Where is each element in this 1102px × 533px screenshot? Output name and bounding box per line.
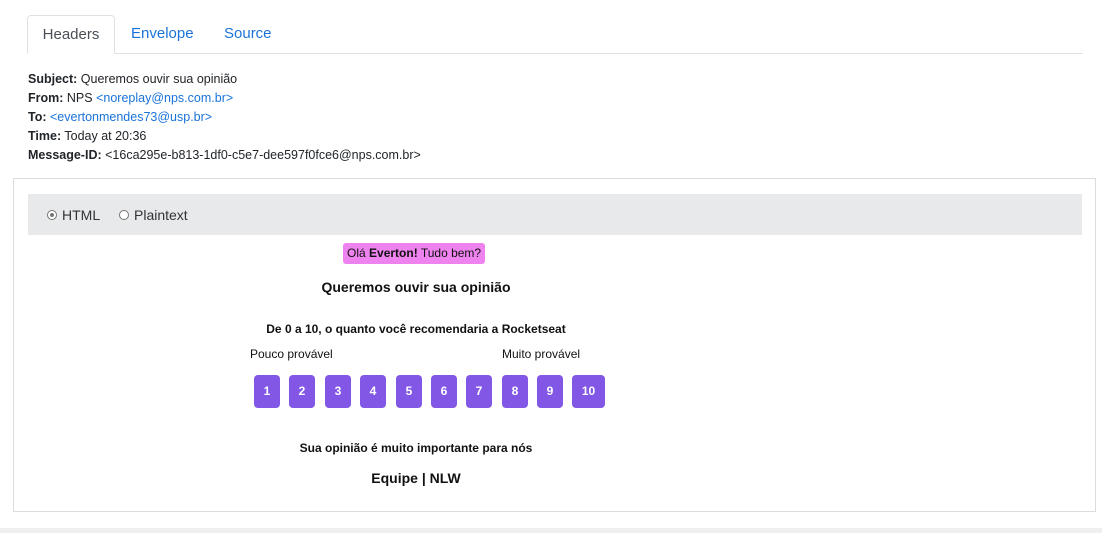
email-title: Queremos ouvir sua opinião	[321, 279, 511, 295]
greeting-suffix: Tudo bem?	[420, 246, 482, 260]
plaintext-radio-label: Plaintext	[134, 206, 188, 223]
from-row: From: NPS <noreplay@nps.com.br>	[28, 89, 421, 108]
message-id-row: Message-ID: <16ca295e-b813-1df0-c5e7-dee…	[28, 146, 421, 165]
signature: Equipe | NLW	[371, 470, 461, 486]
format-toggle-bar: HTML Plaintext	[28, 194, 1082, 235]
from-label: From:	[28, 91, 64, 105]
html-radio[interactable]	[47, 209, 57, 220]
score-button-1[interactable]: 1	[254, 375, 280, 408]
high-likelihood-label: Muito provável	[502, 347, 581, 361]
format-html-option[interactable]: HTML	[47, 194, 100, 235]
message-headers: Subject: Queremos ouvir sua opinião From…	[28, 70, 421, 165]
to-label: To:	[28, 110, 47, 124]
score-button-4[interactable]: 4	[360, 375, 386, 408]
tab-headers[interactable]: Headers	[27, 15, 115, 54]
greeting-name: Everton!	[369, 246, 418, 260]
subject-row: Subject: Queremos ouvir sua opinião	[28, 70, 421, 89]
message-id-label: Message-ID:	[28, 148, 102, 162]
subject-label: Subject:	[28, 72, 78, 86]
time-value: Today at 20:36	[64, 129, 147, 143]
message-id-value: <16ca295e-b813-1df0-c5e7-dee597f0fce6@np…	[105, 148, 421, 162]
greeting-badge: Olá Everton! Tudo bem?	[343, 243, 486, 264]
bottom-divider	[0, 528, 1102, 533]
score-button-3[interactable]: 3	[325, 375, 351, 408]
tab-source[interactable]: Source	[224, 15, 272, 53]
subject-value: Queremos ouvir sua opinião	[80, 72, 238, 86]
message-body-panel: HTML Plaintext Olá Everton! Tudo bem? Qu…	[13, 178, 1096, 512]
html-radio-label: HTML	[62, 206, 101, 223]
plaintext-radio[interactable]	[119, 209, 129, 220]
low-likelihood-label: Pouco provável	[250, 347, 333, 361]
to-row: To: <evertonmendes73@usp.br>	[28, 108, 421, 127]
tab-bar: Headers Envelope Source	[27, 15, 1083, 54]
from-email-link[interactable]: <noreplay@nps.com.br>	[96, 91, 233, 105]
score-button-10[interactable]: 10	[572, 375, 605, 408]
footer-note: Sua opinião é muito importante para nós	[299, 441, 533, 455]
format-plaintext-option[interactable]: Plaintext	[119, 194, 188, 235]
time-label: Time:	[28, 129, 62, 143]
nps-question: De 0 a 10, o quanto você recomendaria a …	[266, 322, 566, 336]
time-row: Time: Today at 20:36	[28, 127, 421, 146]
score-button-2[interactable]: 2	[289, 375, 315, 408]
greeting-prefix: Olá	[347, 246, 366, 260]
score-button-7[interactable]: 7	[466, 375, 492, 408]
score-button-8[interactable]: 8	[502, 375, 528, 408]
tab-envelope[interactable]: Envelope	[131, 15, 194, 53]
from-name: NPS	[66, 91, 93, 105]
score-button-6[interactable]: 6	[431, 375, 457, 408]
score-button-9[interactable]: 9	[537, 375, 563, 408]
score-button-5[interactable]: 5	[396, 375, 422, 408]
to-email-link[interactable]: <evertonmendes73@usp.br>	[50, 110, 212, 124]
